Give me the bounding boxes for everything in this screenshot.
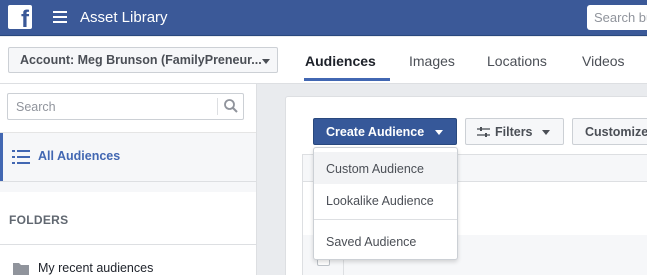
active-tab-indicator [304,78,390,81]
filters-button[interactable]: Filters [465,118,564,145]
chevron-down-icon [435,130,443,135]
folder-label: My recent audiences [38,261,154,275]
sliders-icon [477,127,490,137]
account-selector[interactable]: Account: Meg Brunson (FamilyPreneur... [8,47,278,73]
folders-heading: FOLDERS [9,213,69,227]
customize-columns-button[interactable]: Customize [572,118,647,145]
filters-label: Filters [495,125,533,139]
menu-divider [314,219,457,220]
tab-images[interactable]: Images [409,53,455,69]
tab-locations[interactable]: Locations [487,53,547,69]
chevron-down-icon [262,59,270,64]
menu-item-saved-audience[interactable]: Saved Audience [314,225,457,257]
section-spacer [0,182,256,192]
logo-letter: f [21,6,29,30]
create-audience-label: Create Audience [326,125,425,139]
menu-item-lookalike-audience[interactable]: Lookalike Audience [314,184,457,216]
create-audience-dropdown: Custom Audience Lookalike Audience Saved… [313,147,458,260]
divider [0,244,256,245]
top-search-input[interactable]: Search bu [587,5,647,30]
sub-header: Account: Meg Brunson (FamilyPreneur... A… [0,37,647,84]
create-audience-button[interactable]: Create Audience [313,118,457,145]
list-icon [12,150,30,164]
app-title: Asset Library [80,9,168,26]
sidebar-search-placeholder: Search [16,100,56,114]
search-icon[interactable] [223,98,239,114]
sidebar-search-input[interactable]: Search [7,93,244,120]
tab-videos[interactable]: Videos [582,53,625,69]
tab-audiences[interactable]: Audiences [305,53,376,69]
hamburger-menu-icon[interactable] [53,11,67,23]
facebook-logo-icon[interactable]: f [8,5,32,29]
sidebar-item-label: All Audiences [38,149,121,163]
folder-icon [13,263,29,275]
account-label: Account: Meg Brunson (FamilyPreneur... [20,53,262,67]
top-navigation-bar: f Asset Library Search bu [0,0,647,36]
sidebar: Search All Audiences FOLDERS My recent a… [0,84,257,275]
search-divider [217,98,218,115]
chevron-down-icon [542,130,550,135]
menu-item-custom-audience[interactable]: Custom Audience [314,152,457,184]
sidebar-item-all-audiences[interactable]: All Audiences [0,133,256,181]
customize-label: Customize [585,125,647,139]
